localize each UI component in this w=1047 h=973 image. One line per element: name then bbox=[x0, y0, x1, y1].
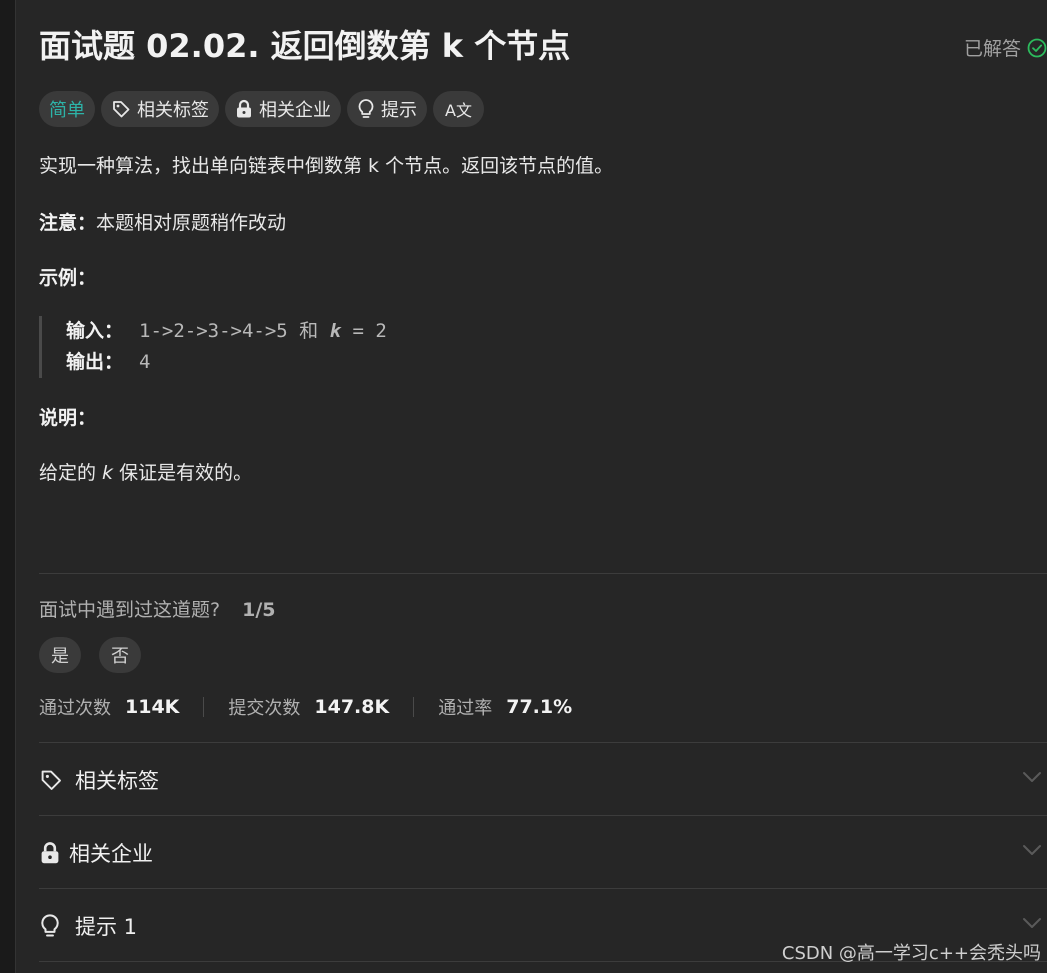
note-text: 本题相对原题稍作改动 bbox=[96, 212, 287, 234]
title-row: 面试题 02.02. 返回倒数第 k 个节点 已解答 bbox=[39, 24, 1047, 68]
lock-icon bbox=[39, 841, 67, 865]
divider bbox=[39, 742, 1047, 743]
stats-separator bbox=[413, 697, 415, 717]
interview-page-indicator: 1/5 bbox=[242, 599, 276, 621]
related-companies-label: 相关企业 bbox=[259, 100, 331, 121]
note-label: 注意： bbox=[39, 212, 97, 234]
yes-button[interactable]: 是 bbox=[39, 637, 81, 673]
tag-icon bbox=[39, 768, 67, 792]
interview-question-text: 面试中遇到过这道题? bbox=[39, 599, 221, 621]
accordion-related-tags[interactable]: 相关标签 bbox=[39, 744, 1047, 816]
submissions-value: 147.8K bbox=[314, 696, 390, 718]
check-circle-icon bbox=[1027, 38, 1047, 57]
tag-bar: 简单 相关标签 相关企业 提示 A文 bbox=[39, 91, 484, 127]
stats-separator bbox=[203, 697, 205, 717]
left-panel-edge bbox=[0, 0, 16, 973]
problem-intro: 实现一种算法，找出单向链表中倒数第 k 个节点。返回该节点的值。 bbox=[39, 155, 614, 177]
example-block: 输入： 1->2->3->4->5 和 k = 2 输出： 4 bbox=[39, 316, 387, 378]
acceptance-rate-label: 通过率 bbox=[438, 698, 493, 719]
problem-title: 面试题 02.02. 返回倒数第 k 个节点 bbox=[39, 27, 571, 65]
difficulty-badge[interactable]: 简单 bbox=[39, 91, 95, 127]
note-paragraph: 注意：本题相对原题稍作改动 bbox=[39, 207, 286, 239]
acceptance-rate-value: 77.1% bbox=[506, 696, 573, 718]
explain-heading: 说明： bbox=[39, 407, 97, 429]
lock-icon bbox=[237, 99, 251, 118]
divider bbox=[39, 888, 1047, 889]
example-output-value: 4 bbox=[139, 351, 151, 373]
related-tags-button[interactable]: 相关标签 bbox=[101, 91, 219, 127]
interview-question: 面试中遇到过这道题? 1/5 bbox=[39, 595, 275, 622]
accordion-related-companies-label: 相关企业 bbox=[69, 842, 153, 866]
difficulty-label: 简单 bbox=[49, 100, 85, 121]
solved-status: 已解答 bbox=[964, 34, 1047, 61]
no-button[interactable]: 否 bbox=[99, 637, 141, 673]
example-input-line: 输入： 1->2->3->4->5 和 k = 2 bbox=[66, 316, 387, 347]
explain-paragraph: 给定的 k 保证是有效的。 bbox=[39, 462, 253, 484]
divider bbox=[39, 573, 1047, 574]
accordion-related-tags-label: 相关标签 bbox=[75, 769, 159, 793]
example-input-value: 1->2->3->4->5 和 k = 2 bbox=[139, 320, 387, 342]
interview-answer-buttons: 是 否 bbox=[39, 637, 141, 673]
accepted-value: 114K bbox=[125, 696, 180, 718]
example-input-label: 输入： bbox=[66, 320, 124, 342]
lightbulb-icon bbox=[358, 99, 374, 118]
divider bbox=[39, 815, 1047, 816]
submission-stats: 通过次数 114K 提交次数 147.8K 通过率 77.1% bbox=[39, 694, 572, 720]
problem-description-panel: 面试题 02.02. 返回倒数第 k 个节点 已解答 简单 相关标签 相关企业 … bbox=[39, 0, 1047, 973]
accordion-related-companies[interactable]: 相关企业 bbox=[39, 817, 1047, 889]
solved-label: 已解答 bbox=[963, 38, 1021, 60]
hint-button[interactable]: 提示 bbox=[347, 91, 427, 127]
related-companies-button[interactable]: 相关企业 bbox=[225, 91, 341, 127]
csdn-watermark: CSDN @高一学习c++会秃头吗 bbox=[781, 943, 1041, 964]
related-tags-label: 相关标签 bbox=[137, 100, 209, 121]
example-output-label: 输出： bbox=[66, 351, 124, 373]
chevron-down-icon bbox=[1023, 918, 1041, 928]
chevron-down-icon bbox=[1023, 772, 1041, 782]
translate-icon: A文 bbox=[445, 101, 472, 120]
submissions-label: 提交次数 bbox=[228, 698, 301, 719]
lightbulb-icon bbox=[39, 913, 67, 939]
example-output-line: 输出： 4 bbox=[66, 347, 387, 378]
hint-label: 提示 bbox=[381, 100, 417, 121]
example-heading: 示例： bbox=[39, 267, 97, 289]
accordion-hint-label: 提示 1 bbox=[75, 915, 138, 939]
translate-button[interactable]: A文 bbox=[433, 91, 484, 127]
accepted-label: 通过次数 bbox=[39, 698, 111, 719]
chevron-down-icon bbox=[1023, 845, 1041, 855]
tag-icon bbox=[113, 101, 130, 118]
